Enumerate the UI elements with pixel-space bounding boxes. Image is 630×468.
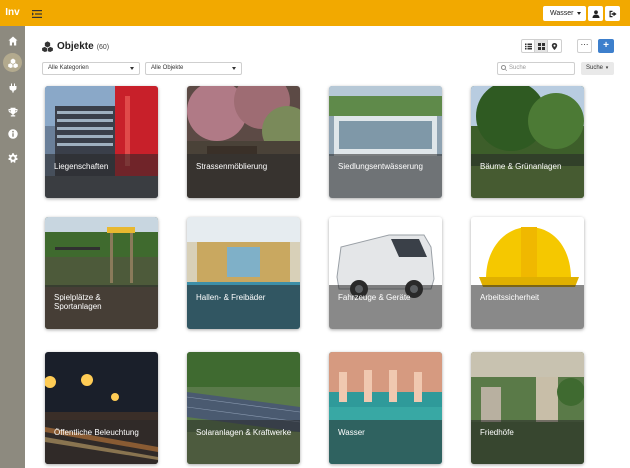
plus-icon: + [603,40,609,51]
search-icon [501,65,507,71]
tile-label-bar [329,285,442,329]
plug-icon [9,83,16,92]
object-count: (60) [96,44,110,51]
chevron-down-icon [232,67,236,70]
search-placeholder: Suche [509,65,527,71]
tile-strassenmoeblierung[interactable]: Strassenmöblierung [187,86,300,198]
domain-select[interactable]: Wasser [543,6,586,21]
chevron-down-icon [577,12,581,15]
logout-icon [609,10,617,17]
tile-friedhoefe[interactable]: Friedhöfe [471,352,584,464]
tile-label: Siedlungsentwässerung [338,162,423,171]
info-icon [7,128,18,139]
trophy-icon [8,107,17,116]
map-view-button[interactable] [548,40,561,52]
sidebar-item-home[interactable] [3,31,22,50]
tile-label-bar [471,285,584,329]
menu-toggle-button[interactable] [31,7,43,19]
object-filter-value: Alle Objekte [151,65,184,71]
tile-label: Öffentliche Beleuchtung [54,428,139,437]
add-object-button[interactable]: + [598,39,614,53]
sidebar-item-objects[interactable] [3,53,22,72]
menu-collapse-icon [32,10,42,18]
list-icon [524,43,532,49]
tile-label: Hallen- & Freibäder [196,293,266,302]
domain-select-value: Wasser [550,10,574,17]
app-logo[interactable]: Inv [0,0,25,26]
tile-label: Bäume & Grünanlagen [480,162,562,171]
tile-label-bar [329,154,442,198]
tile-label: Solaranlagen & Kraftwerke [196,428,292,437]
sidebar: Inv [0,0,25,468]
category-filter-value: Alle Kategorien [48,65,89,71]
tile-fahrzeuge-geraete[interactable]: Fahrzeuge & Geräte [329,217,442,329]
tile-label: Wasser [338,428,365,437]
tile-hallen-freibaeder[interactable]: Hallen- & Freibäder [187,217,300,329]
sidebar-item-info[interactable] [3,124,22,143]
topbar: Wasser [25,0,630,26]
sidebar-item-settings[interactable] [3,148,22,167]
map-marker-icon [551,42,558,50]
tile-liegenschaften[interactable]: Liegenschaften [45,86,158,198]
tile-siedlungsentwaesserung[interactable]: Siedlungsentwässerung [329,86,442,198]
page-title: Objekte (60) [42,41,109,52]
home-icon [8,36,17,45]
logout-button[interactable] [605,6,620,21]
tile-solaranlagen-kraftwerke[interactable]: Solaranlagen & Kraftwerke [187,352,300,464]
search-button[interactable]: Suche ▾ [581,62,614,75]
tile-label: Fahrzeuge & Geräte [338,293,411,302]
sidebar-item-plug[interactable] [3,78,22,97]
tile-spielplaetze-sportanlagen[interactable]: Spielplätze & Sportanlagen [45,217,158,329]
chevron-down-icon: ▾ [605,65,609,71]
tile-label-bar [471,154,584,198]
gear-icon [7,152,18,163]
tile-label: Liegenschaften [54,162,109,171]
tile-arbeitssicherheit[interactable]: Arbeitssicherheit [471,217,584,329]
chevron-down-icon [130,67,134,70]
more-options-button[interactable]: ⋯ [577,39,592,53]
tile-label: Arbeitssicherheit [480,293,540,302]
ellipsis-icon: ⋯ [580,40,589,49]
tile-label-bar [45,420,158,464]
objects-icon [7,58,18,68]
tile-label-bar [187,154,300,198]
user-icon [592,9,599,18]
tile-wasser[interactable]: Wasser [329,352,442,464]
tile-label-bar [187,420,300,464]
tile-label: Spielplätze & Sportanlagen [54,293,102,311]
grid-view-button[interactable] [535,40,548,52]
tile-label: Strassenmöblierung [196,162,268,171]
category-filter[interactable]: Alle Kategorien [42,62,140,75]
tile-label-bar [329,420,442,464]
tile-label: Friedhöfe [480,428,514,437]
list-view-button[interactable] [522,40,535,52]
tile-baeume-gruenanlagen[interactable]: Bäume & Grünanlagen [471,86,584,198]
page-title-text: Objekte [57,41,94,52]
user-button[interactable] [588,6,603,21]
object-filter[interactable]: Alle Objekte [145,62,242,75]
tile-label-bar [187,285,300,329]
sidebar-item-awards[interactable] [3,102,22,121]
search-button-label: Suche [586,65,604,71]
view-toggle-group [521,39,562,53]
tile-label-bar [45,154,158,198]
tile-oeffentliche-beleuchtung[interactable]: Öffentliche Beleuchtung [45,352,158,464]
tile-label-bar [471,420,584,464]
objects-icon [42,41,53,52]
grid-icon [537,42,545,50]
search-input[interactable]: Suche [497,62,575,75]
